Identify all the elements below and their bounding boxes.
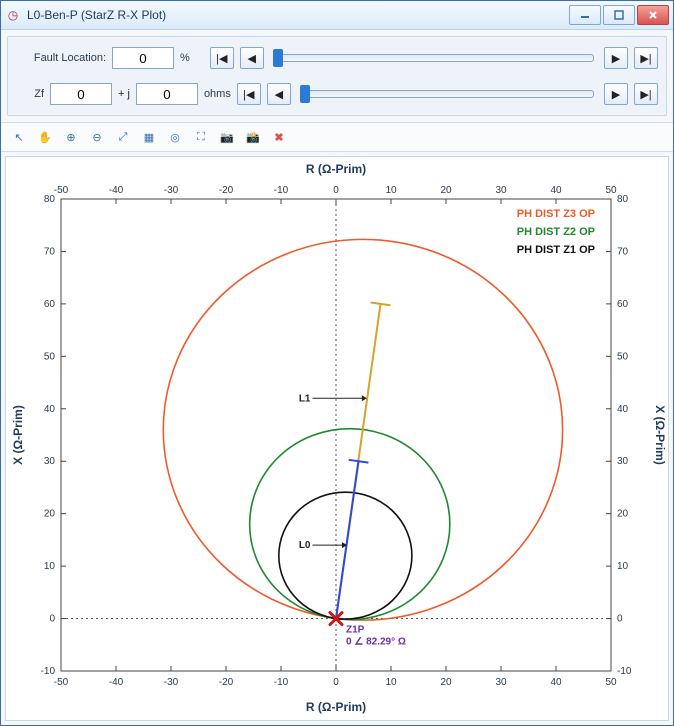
svg-text:10: 10 [385, 677, 397, 688]
svg-text:-50: -50 [54, 185, 69, 196]
delete-icon[interactable]: ✖ [267, 125, 291, 149]
svg-text:L0: L0 [299, 540, 311, 551]
svg-text:PH DIST Z3 OP: PH DIST Z3 OP [517, 208, 595, 220]
grid-icon[interactable]: ▦ [137, 125, 161, 149]
svg-text:0: 0 [49, 614, 55, 625]
zf-first-button[interactable]: |◀ [237, 83, 261, 105]
svg-text:40: 40 [44, 404, 56, 415]
fault-prev-button[interactable]: ◀ [240, 47, 264, 69]
svg-text:60: 60 [617, 299, 629, 310]
svg-text:-20: -20 [219, 677, 234, 688]
svg-text:L1: L1 [299, 393, 311, 404]
zf-row: Zf + j ohms |◀ ◀ ▶ ▶| [16, 83, 658, 105]
camera-icon[interactable]: 📷 [215, 125, 239, 149]
svg-text:30: 30 [617, 456, 629, 467]
fit-icon[interactable]: ⤢ [111, 125, 135, 149]
zf-imag-input[interactable] [136, 83, 198, 105]
svg-text:-50: -50 [54, 677, 69, 688]
svg-text:50: 50 [605, 185, 617, 196]
zf-last-button[interactable]: ▶| [634, 83, 658, 105]
svg-text:10: 10 [385, 185, 397, 196]
svg-text:70: 70 [44, 246, 56, 257]
zf-slider-thumb[interactable] [300, 85, 310, 103]
app-icon: ◷ [5, 7, 21, 23]
svg-text:80: 80 [617, 194, 629, 205]
svg-text:-10: -10 [274, 677, 289, 688]
fault-location-input[interactable] [112, 47, 174, 69]
svg-text:40: 40 [550, 185, 562, 196]
fault-location-label: Fault Location: [16, 52, 106, 64]
svg-text:-10: -10 [274, 185, 289, 196]
svg-text:20: 20 [440, 677, 452, 688]
svg-text:30: 30 [495, 185, 507, 196]
svg-text:60: 60 [44, 299, 56, 310]
svg-text:30: 30 [495, 677, 507, 688]
target-icon[interactable]: ◎ [163, 125, 187, 149]
hand-icon[interactable]: ✋ [33, 125, 57, 149]
svg-text:20: 20 [44, 509, 56, 520]
svg-text:10: 10 [617, 561, 629, 572]
svg-text:-40: -40 [109, 677, 124, 688]
svg-text:10: 10 [44, 561, 56, 572]
zf-unit: ohms [204, 88, 231, 100]
svg-text:20: 20 [617, 509, 629, 520]
plot-area[interactable]: -50 -50 -40 -40 -30 -30 -20 -20 -10 -10 0 0 10 10 20 20… [5, 156, 669, 721]
zoom-in-icon[interactable]: ⊕ [59, 125, 83, 149]
zf-plus-j: + j [118, 88, 130, 100]
zf-prev-button[interactable]: ◀ [267, 83, 291, 105]
fault-row: Fault Location: % |◀ ◀ ▶ ▶| [16, 47, 658, 69]
svg-text:R (Ω-Prim): R (Ω-Prim) [306, 700, 366, 714]
svg-text:30: 30 [44, 456, 56, 467]
app-window: ◷ L0-Ben-P (StarZ R-X Plot) Fault Locati… [0, 0, 674, 726]
maximize-button[interactable] [603, 5, 635, 25]
svg-text:-40: -40 [109, 185, 124, 196]
svg-text:PH DIST Z1 OP: PH DIST Z1 OP [517, 244, 595, 256]
svg-text:0: 0 [333, 185, 339, 196]
svg-text:80: 80 [44, 194, 56, 205]
svg-text:-30: -30 [164, 185, 179, 196]
close-button[interactable] [637, 5, 669, 25]
window-buttons [569, 5, 669, 25]
svg-text:Z1P: Z1P [346, 625, 365, 636]
fault-slider[interactable] [274, 54, 594, 62]
rx-plot[interactable]: -50 -50 -40 -40 -30 -30 -20 -20 -10 -10 0 0 10 10 20 20… [6, 157, 666, 719]
svg-text:0: 0 [333, 677, 339, 688]
svg-text:PH DIST Z2 OP: PH DIST Z2 OP [517, 226, 595, 238]
zf-slider[interactable] [301, 90, 594, 98]
fault-first-button[interactable]: |◀ [210, 47, 234, 69]
svg-text:0 ∠ 82.29° Ω: 0 ∠ 82.29° Ω [346, 637, 406, 648]
controls-panel: Fault Location: % |◀ ◀ ▶ ▶| Zf + j ohms … [7, 36, 667, 116]
svg-text:-10: -10 [617, 666, 632, 677]
zf-label: Zf [16, 88, 44, 100]
svg-text:-30: -30 [164, 677, 179, 688]
svg-text:40: 40 [550, 677, 562, 688]
svg-text:R (Ω-Prim): R (Ω-Prim) [306, 162, 366, 176]
zoom-out-icon[interactable]: ⊖ [85, 125, 109, 149]
fullscreen-icon[interactable]: ⛶ [189, 125, 213, 149]
zf-next-button[interactable]: ▶ [604, 83, 628, 105]
svg-text:X (Ω-Prim): X (Ω-Prim) [653, 405, 666, 465]
svg-text:50: 50 [617, 351, 629, 362]
fault-next-button[interactable]: ▶ [604, 47, 628, 69]
svg-text:X (Ω-Prim): X (Ω-Prim) [11, 405, 25, 465]
minimize-button[interactable] [569, 5, 601, 25]
fault-last-button[interactable]: ▶| [634, 47, 658, 69]
svg-text:0: 0 [617, 614, 623, 625]
zf-real-input[interactable] [50, 83, 112, 105]
plot-toolbar: ↖✋⊕⊖⤢▦◎⛶📷📸✖ [1, 122, 673, 152]
pointer-icon[interactable]: ↖ [7, 125, 31, 149]
svg-text:50: 50 [605, 677, 617, 688]
svg-text:40: 40 [617, 404, 629, 415]
svg-text:-20: -20 [219, 185, 234, 196]
fault-slider-thumb[interactable] [273, 49, 283, 67]
svg-text:-10: -10 [41, 666, 56, 677]
camera2-icon[interactable]: 📸 [241, 125, 265, 149]
svg-text:70: 70 [617, 246, 629, 257]
svg-text:20: 20 [440, 185, 452, 196]
title-bar[interactable]: ◷ L0-Ben-P (StarZ R-X Plot) [1, 1, 673, 30]
fault-unit: % [180, 52, 190, 64]
svg-text:50: 50 [44, 351, 56, 362]
window-title: L0-Ben-P (StarZ R-X Plot) [27, 8, 563, 22]
